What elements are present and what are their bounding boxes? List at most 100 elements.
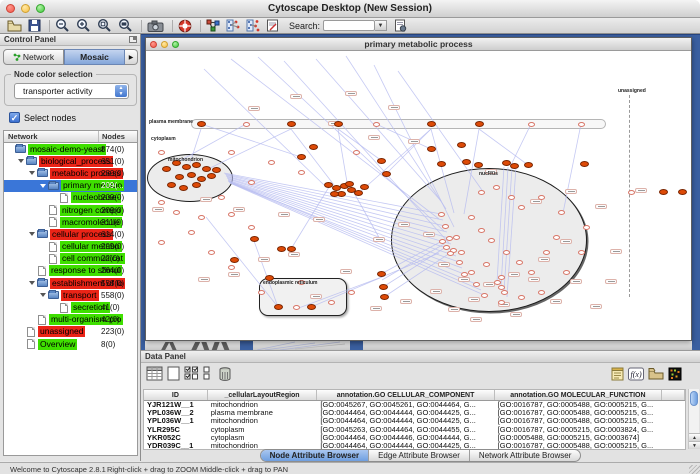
network-node-selected[interactable]	[354, 190, 363, 196]
network-node-selected[interactable]	[182, 164, 191, 170]
network-node-small[interactable]	[228, 265, 235, 270]
control-panel-float-icon[interactable]	[129, 36, 137, 43]
network-node-selected[interactable]	[307, 304, 316, 310]
network-node-small[interactable]	[158, 240, 165, 245]
table-column-header[interactable]: annotation.GO CELLULAR_COMPONENT	[317, 390, 494, 400]
network-node-selected[interactable]	[192, 182, 201, 188]
network-node-small[interactable]	[446, 236, 453, 241]
network-window-titlebar[interactable]: primary metabolic process	[146, 38, 691, 51]
tree-row[interactable]: metabolic process280(0)	[4, 167, 137, 179]
network-node-small[interactable]	[447, 251, 454, 256]
network-node-selected[interactable]	[474, 162, 483, 168]
network-node-small[interactable]	[268, 160, 275, 165]
network-node-selected[interactable]	[309, 144, 318, 150]
network-node-small[interactable]	[553, 235, 560, 240]
network-node-small[interactable]	[468, 270, 475, 275]
scrollbar-thumb[interactable]	[690, 391, 698, 406]
network-node-small[interactable]	[456, 260, 463, 265]
search-input[interactable]	[323, 20, 375, 31]
tree-row[interactable]: transport558(0)	[4, 289, 137, 301]
network-node-small[interactable]	[173, 210, 180, 215]
tree-row[interactable]: biological_process651(0)	[4, 155, 137, 167]
tree-row[interactable]: nucleobase-209(0)	[4, 192, 137, 204]
network-node-small[interactable]	[248, 180, 255, 185]
network-node-small[interactable]	[501, 290, 508, 295]
tree-row[interactable]: macromolecule311(0)	[4, 216, 137, 228]
network-node-small[interactable]	[494, 280, 501, 285]
network-node-selected[interactable]	[524, 162, 533, 168]
tree-expand-arrow-icon[interactable]	[29, 232, 35, 236]
network-node-small[interactable]	[473, 282, 480, 287]
network-node-small[interactable]	[518, 295, 525, 300]
network-node-small[interactable]	[458, 250, 465, 255]
network-node-small[interactable]	[503, 250, 510, 255]
network-node-small[interactable]	[328, 300, 335, 305]
tree-row[interactable]: primary metabo209(...	[4, 180, 137, 192]
attribute-table-icon[interactable]	[146, 366, 163, 386]
network-node-selected[interactable]	[377, 158, 386, 164]
network-node-small[interactable]	[538, 195, 545, 200]
table-row[interactable]: YPL036W__1mitochondrion[GO:0044464, GO:0…	[144, 417, 685, 425]
network-node-small[interactable]	[543, 250, 550, 255]
network-node-selected[interactable]	[202, 166, 211, 172]
network-node-selected[interactable]	[274, 304, 283, 310]
network-node-small[interactable]	[578, 122, 585, 127]
network-node-small[interactable]	[478, 190, 485, 195]
network-node-small[interactable]	[439, 239, 446, 244]
open-session-button[interactable]	[7, 19, 22, 33]
attribute-browser-tab[interactable]: Node Attribute Browser	[261, 450, 370, 461]
network-node-selected[interactable]	[212, 167, 221, 173]
network-node-small[interactable]	[188, 230, 195, 235]
network-node-selected[interactable]	[510, 163, 519, 169]
network-node-selected[interactable]	[297, 154, 306, 160]
network-node-selected[interactable]	[167, 182, 176, 188]
network-node-selected[interactable]	[277, 246, 286, 252]
search-dropdown-arrow[interactable]: ▼	[375, 20, 387, 31]
zoom-fit-icon[interactable]	[118, 19, 133, 33]
color-attribute-select[interactable]: transporter activity ▲▼	[14, 83, 129, 99]
network-node-selected[interactable]	[187, 172, 196, 178]
tab-overflow-arrow[interactable]: ▶	[125, 49, 138, 65]
tree-row[interactable]: unassigned223(0)	[4, 326, 137, 338]
network-node-small[interactable]	[628, 190, 635, 195]
network-node-small[interactable]	[508, 195, 515, 200]
tree-row[interactable]: multi-organism pro42(0)	[4, 314, 137, 326]
attribute-table[interactable]: ID_cellularLayoutRegionannotation.GO CEL…	[143, 389, 686, 450]
table-vertical-scrollbar[interactable]: ▲ ▼	[688, 389, 699, 449]
network-node-small[interactable]	[498, 275, 505, 280]
table-column-header[interactable]: _cellularLayoutRegion	[208, 390, 318, 400]
network-node-small[interactable]	[453, 235, 460, 240]
table-row[interactable]: YLR295Ccytoplasm[GO:0045263, GO:0044464,…	[144, 426, 685, 434]
table-row[interactable]: YJR121W__1mitochondrion[GO:0045267, GO:0…	[144, 401, 685, 409]
tree-row[interactable]: nitrogen compo209(0)	[4, 204, 137, 216]
network-node-small[interactable]	[228, 212, 235, 217]
network-node-small[interactable]	[461, 272, 468, 277]
network-node-small[interactable]	[258, 290, 265, 295]
matrix-heatmap-icon[interactable]	[668, 367, 682, 386]
network-node-selected[interactable]	[360, 184, 369, 190]
window-titlebar[interactable]: Cytoscape Desktop (New Session)	[0, 0, 700, 18]
network-node-selected[interactable]	[380, 294, 389, 300]
network-node-small[interactable]	[158, 150, 165, 155]
network-node-small[interactable]	[538, 290, 545, 295]
network-node-small[interactable]	[243, 122, 250, 127]
network-node-small[interactable]	[198, 215, 205, 220]
function-builder-icon[interactable]: f(x)	[628, 367, 644, 386]
network-node-selected[interactable]	[462, 159, 471, 165]
resize-grip[interactable]	[689, 465, 700, 474]
network-node-small[interactable]	[563, 270, 570, 275]
network-node-small[interactable]	[218, 195, 225, 200]
layout-a-icon[interactable]	[226, 19, 240, 33]
network-node-small[interactable]	[481, 293, 488, 298]
tree-row[interactable]: cellular metabo209(0)	[4, 241, 137, 253]
network-node-selected[interactable]	[330, 191, 339, 197]
tree-row[interactable]: cellular process614(0)	[4, 228, 137, 240]
network-node-selected[interactable]	[250, 236, 259, 242]
tree-expand-arrow-icon[interactable]	[40, 184, 46, 188]
network-node-selected[interactable]	[475, 121, 484, 127]
tree-row[interactable]: cell communicat22(0)	[4, 253, 137, 265]
table-column-header[interactable]	[662, 390, 685, 400]
save-session-button[interactable]	[28, 19, 41, 33]
scroll-down-arrow[interactable]: ▼	[689, 441, 700, 449]
network-node-selected[interactable]	[207, 173, 216, 179]
